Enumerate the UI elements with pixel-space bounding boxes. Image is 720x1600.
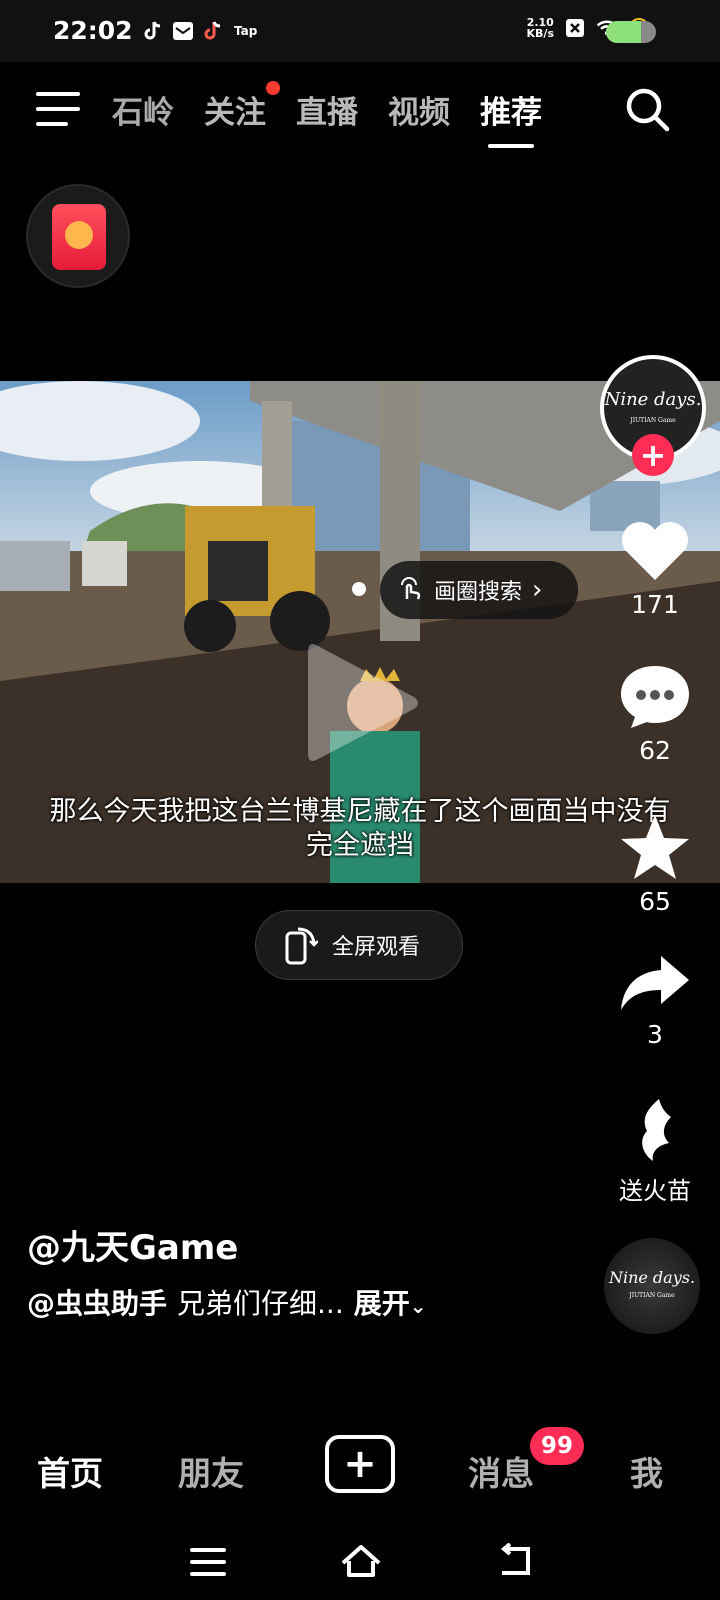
description-text: 兄弟们仔细... — [177, 1287, 344, 1320]
hand-pointer-icon — [401, 577, 421, 600]
recent-apps-icon[interactable] — [188, 1545, 228, 1579]
star-icon — [621, 815, 689, 879]
nav-friends[interactable]: 朋友 — [178, 1447, 244, 1495]
favorite-button[interactable]: 65 — [600, 813, 710, 916]
expand-button[interactable]: 展开⌄ — [354, 1282, 427, 1322]
rotate-screen-icon — [285, 927, 318, 965]
plus-icon: + — [639, 436, 667, 474]
author-name[interactable]: @九天Game — [27, 1220, 238, 1269]
tiktok-lite-icon — [202, 20, 224, 42]
share-button[interactable]: 3 — [600, 952, 710, 1049]
fullscreen-button[interactable]: 全屏观看 — [255, 910, 463, 980]
share-arrow-icon — [621, 956, 689, 1010]
menu-icon — [36, 92, 80, 96]
nav-tabs: 石岭 关注 直播 视频 推荐 — [112, 80, 572, 148]
circle-search-button[interactable]: 画圈搜索 › — [380, 561, 578, 619]
chevron-down-icon: ⌄ — [409, 1294, 427, 1318]
top-nav: 石岭 关注 直播 视频 推荐 — [0, 62, 720, 158]
send-flame-button[interactable]: 送火苗 — [600, 1095, 710, 1206]
comment-icon — [621, 666, 689, 728]
mail-icon — [172, 20, 194, 42]
follow-button[interactable]: + — [632, 434, 674, 476]
play-button[interactable] — [302, 633, 422, 773]
nav-me[interactable]: 我 — [630, 1447, 663, 1495]
nav-home[interactable]: 首页 — [37, 1447, 103, 1495]
red-envelope-icon — [52, 204, 106, 270]
chevron-right-icon: › — [532, 575, 543, 605]
net-speed: 2.10 KB/s — [526, 16, 554, 40]
battery-level-fill — [606, 21, 641, 43]
heart-icon — [621, 521, 689, 580]
battery-icon — [606, 21, 656, 43]
tab-shiling[interactable]: 石岭 — [112, 87, 174, 132]
status-bar: 22:02 Tap 2.10 KB/s — [0, 0, 720, 62]
red-envelope-button[interactable] — [26, 184, 130, 288]
play-icon — [308, 644, 418, 761]
video-description: @虫虫助手 兄弟们仔细... 展开⌄ — [27, 1282, 427, 1322]
tab-following[interactable]: 关注 — [204, 80, 280, 132]
home-icon[interactable] — [339, 1543, 383, 1579]
tab-recommend[interactable]: 推荐 — [480, 87, 542, 148]
bottom-nav: 首页 朋友 + 消息 99 我 — [0, 1405, 720, 1525]
video-player[interactable]: 画圈搜索 › 那么今天我把这台兰博基尼藏在了这个画面当中没有 完全遮挡 — [0, 381, 720, 883]
mention-link[interactable]: @虫虫助手 — [27, 1282, 167, 1322]
search-icon — [626, 88, 670, 132]
comment-button[interactable]: 62 — [600, 662, 710, 765]
indicator-dot — [352, 582, 366, 596]
tab-video[interactable]: 视频 — [388, 87, 450, 132]
nav-messages[interactable]: 消息 — [468, 1447, 534, 1495]
status-notification-icons: Tap — [142, 20, 257, 42]
plus-icon: + — [343, 1441, 377, 1487]
tab-live[interactable]: 直播 — [296, 87, 358, 132]
create-button[interactable]: + — [325, 1435, 395, 1493]
tiktok-icon — [142, 20, 164, 42]
search-button[interactable] — [624, 86, 672, 134]
system-nav-bar — [0, 1525, 720, 1600]
taptap-icon: Tap — [234, 24, 258, 38]
music-disc[interactable]: Nine days. JIUTIAN Game — [604, 1238, 700, 1334]
flame-icon — [642, 1099, 671, 1161]
notification-dot — [266, 80, 280, 95]
close-x-icon — [564, 17, 586, 39]
status-time: 22:02 — [53, 16, 133, 45]
like-button[interactable]: 171 — [600, 518, 710, 619]
message-badge: 99 — [530, 1427, 584, 1465]
back-icon[interactable] — [496, 1543, 536, 1579]
menu-button[interactable] — [36, 90, 82, 130]
